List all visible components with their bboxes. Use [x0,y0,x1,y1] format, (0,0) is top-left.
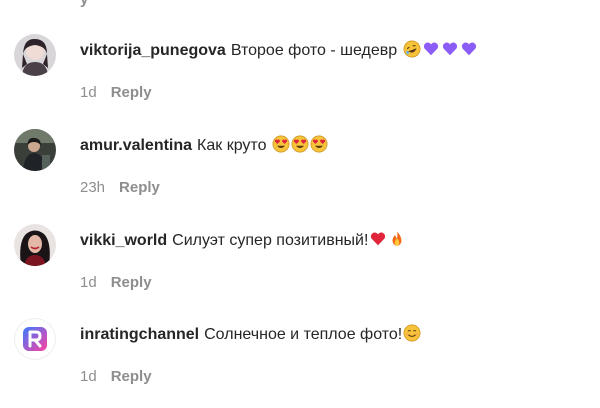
reply-button[interactable]: Reply [111,274,152,291]
previous-comment-reply-fragment: y [80,0,88,8]
heart-eyes-emoji [291,135,309,153]
reply-button[interactable]: Reply [111,368,152,385]
comment-username[interactable]: inratingchannel [80,326,199,343]
red-heart-emoji [371,232,386,246]
comment-text: Силуэт супер позитивный! [172,232,369,249]
avatar[interactable] [14,224,56,266]
comment-username[interactable]: vikki_world [80,232,167,249]
reply-button[interactable]: Reply [111,84,152,101]
comment-timestamp: 1d [80,274,97,291]
comment-meta: 1d Reply [80,84,152,101]
comment-text: Как круто [197,137,267,154]
avatar[interactable] [14,318,56,360]
comment-text: Второе фото - шедевр [230,42,398,59]
comment-timestamp: 1d [80,368,97,385]
avatar[interactable] [14,129,56,171]
avatar[interactable] [14,34,56,76]
comment-item: viktorija_punegova Второе фото - шедевр 1… [0,34,600,124]
fire-emoji [392,231,402,246]
comment-timestamp: 1d [80,84,97,101]
heart-eyes-emoji [272,135,290,153]
comment-text-line: viktorija_punegova Второе фото - шедевр [80,40,478,62]
rolling-laughing-emoji [403,40,421,58]
purple-heart-emoji [461,42,476,56]
comment-text: Солнечное и теплое фото! [204,326,403,343]
comment-timestamp: 23h [80,179,106,196]
comment-meta: 1d Reply [80,274,152,291]
heart-eyes-emoji [310,135,328,153]
purple-heart-emoji [423,42,438,56]
comment-text-line: vikki_world Силуэт супер позитивный! [80,230,406,252]
comment-text-line: inratingchannel Солнечное и теплое фото! [80,324,421,346]
comment-item: inratingchannel Солнечное и теплое фото! … [0,318,600,408]
comment-meta: 1d Reply [80,368,152,385]
smiling-face-emoji [403,324,421,342]
comment-text-line: amur.valentina Как круто [80,135,328,157]
comment-item: amur.valentina Как круто 23h Reply [0,129,600,219]
comment-meta: 23h Reply [80,179,160,196]
purple-heart-emoji [442,42,457,56]
reply-button[interactable]: Reply [119,179,160,196]
comment-username[interactable]: amur.valentina [80,137,192,154]
comment-item: vikki_world Силуэт супер позитивный! 1d Re… [0,224,600,314]
comment-username[interactable]: viktorija_punegova [80,42,226,59]
